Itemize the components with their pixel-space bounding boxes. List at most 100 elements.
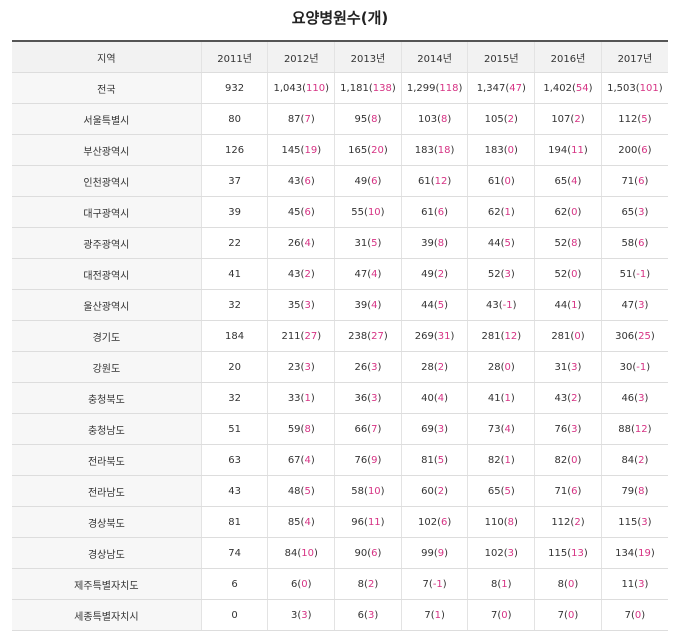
value-cell: 28(0) <box>467 351 535 383</box>
count-value: 51 <box>619 268 633 280</box>
count-value: 26 <box>287 237 301 249</box>
value-cell: 44(1) <box>534 289 602 321</box>
count-value: 47 <box>354 268 368 280</box>
count-value: 49 <box>354 175 368 187</box>
count-value: 1,503 <box>607 82 636 94</box>
value-cell: 7(0) <box>600 599 668 631</box>
change-value: 138 <box>372 82 392 94</box>
paren-close: ) <box>440 609 445 621</box>
paren-close: ) <box>447 175 452 187</box>
count-value: 145 <box>281 144 301 156</box>
value-cell: 45(6) <box>267 196 335 228</box>
change-value: 19 <box>304 144 318 156</box>
count-value: 84 <box>284 547 298 559</box>
count-value: 110 <box>484 516 504 528</box>
value-cell: 58(10) <box>334 475 402 507</box>
change-value: 12 <box>634 423 648 435</box>
paren-close: ) <box>577 237 582 249</box>
count-value: 81 <box>421 454 434 466</box>
value-cell: 7(-1) <box>400 568 468 600</box>
paren-close: ) <box>310 268 315 280</box>
change-value: -1 <box>636 361 647 373</box>
value-cell: 46(3) <box>600 382 668 414</box>
paren-close: ) <box>512 299 517 311</box>
paren-close: ) <box>444 299 449 311</box>
count-value: 134 <box>615 547 635 559</box>
paren-close: ) <box>510 454 515 466</box>
table-row: 충청남도 51 59(8) 66(7) 69(3) 73(4) 76(3) 88(12) <box>12 413 668 445</box>
value-cell: 110(8) <box>467 506 535 538</box>
paren-close: ) <box>377 113 382 125</box>
paren-close: ) <box>444 268 449 280</box>
region-cell: 충청남도 <box>12 413 202 445</box>
table-row: 제주특별자치도 6 6(0) 8(2) 7(-1) 8(1) 8(0) 11(3) <box>12 568 668 600</box>
header-year: 2017년 <box>600 41 668 73</box>
paren-close: ) <box>310 113 315 125</box>
value-cell: 49(6) <box>334 165 402 197</box>
table-row: 경기도 184 211(27) 238(27) 269(31) 281(12) 281(0)… <box>12 320 668 352</box>
count-value: 65 <box>554 175 568 187</box>
paren-close: ) <box>317 144 322 156</box>
count-value: 44 <box>487 237 501 249</box>
change-value: 101 <box>639 82 659 94</box>
value-cell: 65(4) <box>534 165 602 197</box>
region-cell: 대전광역시 <box>12 258 202 290</box>
value-cell: 134(19) <box>600 537 668 569</box>
paren-close: ) <box>577 392 582 404</box>
count-value: 102 <box>484 547 504 559</box>
paren-close: ) <box>317 330 322 342</box>
count-value: 65 <box>487 485 501 497</box>
change-value: 12 <box>434 175 448 187</box>
paren-close: ) <box>447 113 452 125</box>
count-value: 76 <box>554 423 568 435</box>
value-cell: 51(-1) <box>600 258 668 290</box>
count-value: 43 <box>287 268 301 280</box>
value-cell: 1,503(101) <box>600 72 668 104</box>
value-cell: 76(9) <box>334 444 402 476</box>
paren-close: ) <box>583 547 588 559</box>
paren-close: ) <box>517 330 522 342</box>
count-value: 1,299 <box>406 82 436 94</box>
count-value: 28 <box>421 361 434 373</box>
table-row: 세종특별자치시 0 3(3) 6(3) 7(1) 7(0) 7(0) 7(0) <box>12 599 668 631</box>
change-value: 54 <box>575 82 589 94</box>
change-value: 25 <box>638 330 651 342</box>
count-value: 23 <box>287 361 301 373</box>
count-value: 62 <box>487 206 501 218</box>
value-cell: 107(2) <box>534 103 602 135</box>
count-value: 183 <box>484 144 504 156</box>
paren-close: ) <box>510 485 515 497</box>
paren-close: ) <box>310 361 315 373</box>
value-cell: 32 <box>200 382 268 414</box>
value-cell: 37 <box>200 165 268 197</box>
change-value: 110 <box>306 82 326 94</box>
paren-close: ) <box>580 113 585 125</box>
paren-close: ) <box>646 361 651 373</box>
paren-close: ) <box>577 454 582 466</box>
count-value: 58 <box>621 237 635 249</box>
value-cell: 102(6) <box>400 506 468 538</box>
count-value: 1,402 <box>543 82 572 94</box>
count-value: 43 <box>554 392 568 404</box>
region-cell: 전라북도 <box>12 444 202 476</box>
change-value: 47 <box>509 82 522 94</box>
paren-close: ) <box>644 578 649 590</box>
count-value: 95 <box>354 113 368 125</box>
count-value: 73 <box>487 423 501 435</box>
value-cell: 63 <box>200 444 268 476</box>
paren-close: ) <box>644 392 649 404</box>
paren-close: ) <box>641 609 646 621</box>
value-cell: 58(6) <box>600 227 668 259</box>
value-cell: 96(11) <box>334 506 402 538</box>
value-cell: 67(4) <box>267 444 335 476</box>
count-value: 47 <box>621 299 635 311</box>
paren-close: ) <box>577 485 582 497</box>
value-cell: 44(5) <box>467 227 535 259</box>
table-row: 서울특별시 80 87(7) 95(8) 103(8) 105(2) 107(2) 112(5… <box>12 103 668 135</box>
paren-close: ) <box>314 547 318 559</box>
count-value: 281 <box>481 330 501 342</box>
region-cell: 경기도 <box>12 320 202 352</box>
paren-close: ) <box>310 237 315 249</box>
paren-close: ) <box>444 423 449 435</box>
value-cell: 200(6) <box>600 134 668 166</box>
